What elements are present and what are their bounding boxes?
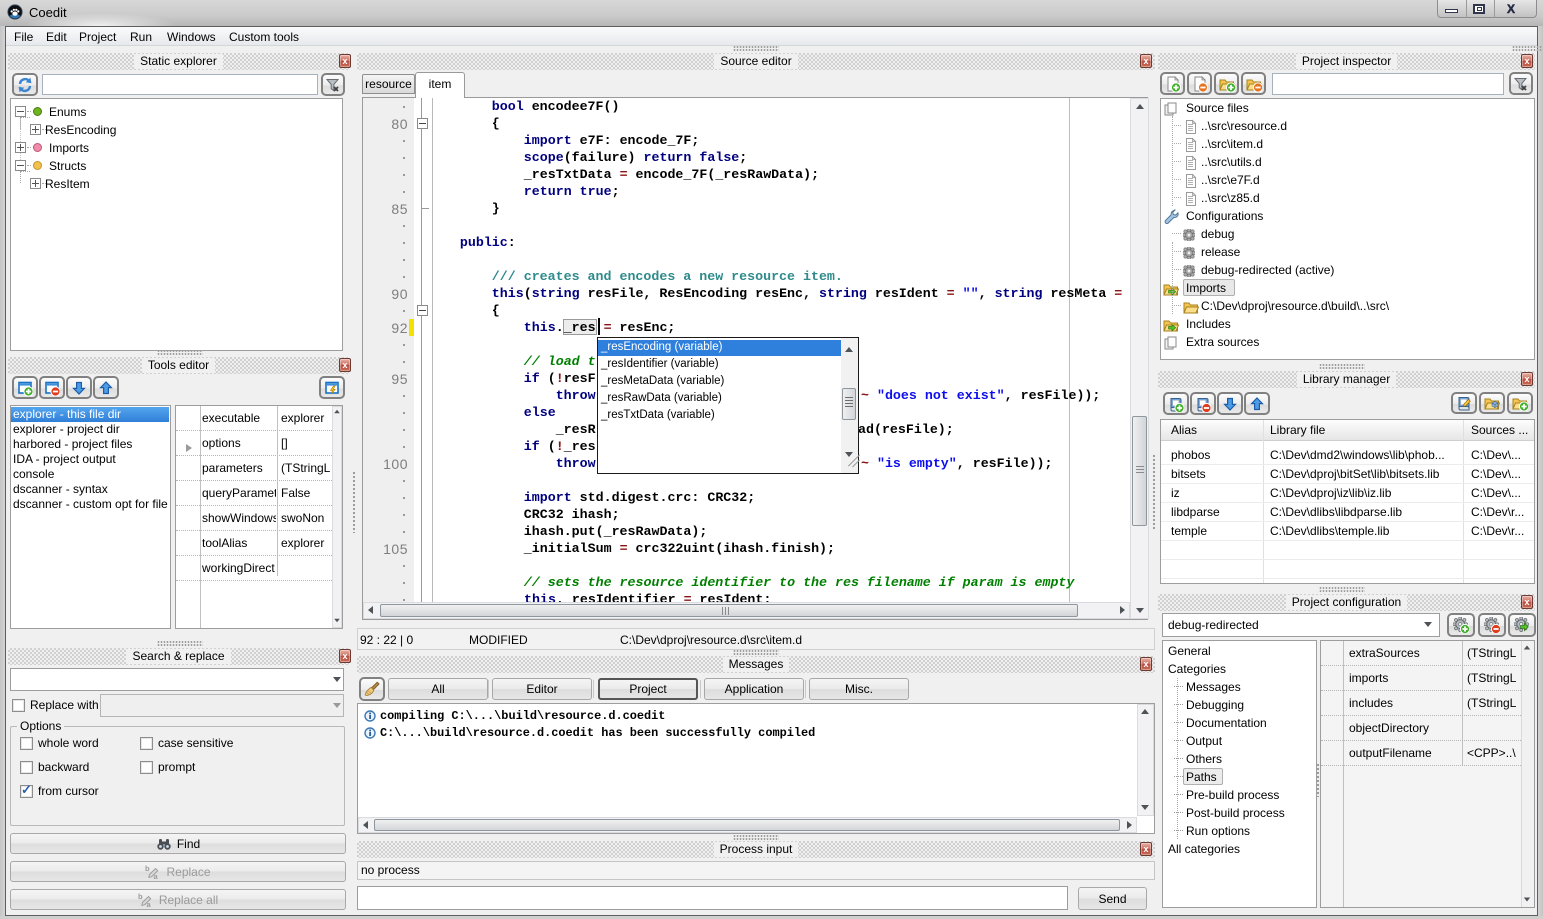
svg-text:b: b [138,892,143,901]
svg-text:b: b [145,864,150,873]
